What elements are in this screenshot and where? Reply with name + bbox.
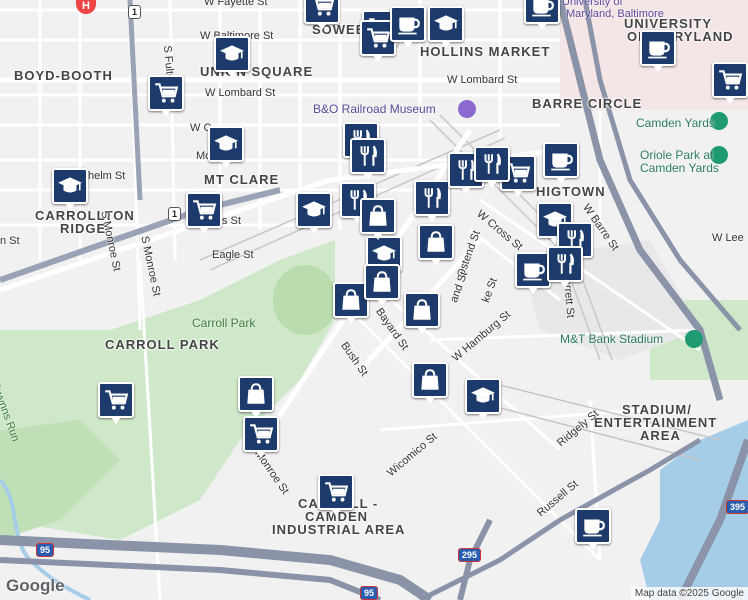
coffee-cup-marker[interactable] — [390, 6, 426, 48]
shopping-cart-marker[interactable] — [148, 75, 184, 117]
shopping-bag-marker[interactable] — [418, 224, 454, 266]
highway-shield: 95 — [360, 586, 379, 600]
museum-icon[interactable] — [458, 100, 476, 118]
graduation-cap-marker[interactable] — [428, 6, 464, 48]
shopping-bag-icon — [423, 229, 449, 255]
shopping-bag-marker[interactable] — [412, 362, 448, 404]
graduation-cap-icon — [301, 197, 327, 223]
fork-knife-marker[interactable] — [350, 138, 386, 180]
highway-shield: 1 — [168, 207, 182, 221]
map-attribution[interactable]: Map data ©2025 Google — [630, 587, 748, 600]
shopping-bag-icon — [365, 203, 391, 229]
coffee-cup-marker[interactable] — [524, 0, 560, 30]
graduation-cap-marker[interactable] — [465, 378, 501, 420]
coffee-cup-marker[interactable] — [575, 508, 611, 550]
coffee-cup-icon — [395, 11, 421, 37]
fork-knife-icon — [479, 151, 505, 177]
shopping-cart-marker[interactable] — [243, 416, 279, 458]
coffee-cup-icon — [520, 257, 546, 283]
graduation-cap-marker[interactable] — [214, 36, 250, 78]
coffee-cup-icon — [529, 0, 555, 19]
shopping-cart-marker[interactable] — [98, 382, 134, 424]
base-map — [0, 0, 748, 600]
fork-knife-icon — [552, 251, 578, 277]
shopping-bag-marker[interactable] — [404, 292, 440, 334]
stadium-icon[interactable] — [710, 146, 728, 164]
graduation-cap-icon — [213, 131, 239, 157]
shopping-cart-icon — [103, 387, 129, 413]
coffee-cup-marker[interactable] — [515, 252, 551, 294]
shopping-bag-icon — [417, 367, 443, 393]
coffee-cup-marker[interactable] — [640, 30, 676, 72]
shopping-cart-icon — [248, 421, 274, 447]
shopping-bag-icon — [338, 287, 364, 313]
graduation-cap-icon — [57, 173, 83, 199]
shopping-cart-marker[interactable] — [186, 192, 222, 234]
shopping-bag-marker[interactable] — [238, 376, 274, 418]
fork-knife-icon — [355, 143, 381, 169]
shopping-cart-icon — [191, 197, 217, 223]
graduation-cap-marker[interactable] — [296, 192, 332, 234]
stadium-icon[interactable] — [710, 112, 728, 130]
fork-knife-marker[interactable] — [547, 246, 583, 288]
shopping-cart-icon — [717, 67, 743, 93]
fork-knife-marker[interactable] — [474, 146, 510, 188]
shopping-bag-icon — [409, 297, 435, 323]
google-logo: Google — [6, 576, 65, 595]
shopping-bag-icon — [369, 269, 395, 295]
highway-shield: 95 — [36, 543, 55, 557]
shopping-cart-icon — [323, 479, 349, 505]
graduation-cap-icon — [219, 41, 245, 67]
coffee-cup-icon — [645, 35, 671, 61]
shopping-cart-icon — [365, 25, 391, 51]
shopping-cart-marker[interactable] — [712, 62, 748, 104]
highway-shield: 1 — [128, 5, 142, 19]
graduation-cap-marker[interactable] — [208, 126, 244, 168]
shopping-cart-icon — [309, 0, 335, 19]
fork-knife-icon — [419, 185, 445, 211]
graduation-cap-icon — [433, 11, 459, 37]
shopping-bag-marker[interactable] — [364, 264, 400, 306]
shopping-bag-icon — [243, 381, 269, 407]
coffee-cup-marker[interactable] — [543, 142, 579, 184]
coffee-cup-icon — [548, 147, 574, 173]
shopping-cart-marker[interactable] — [304, 0, 340, 30]
highway-shield: 295 — [458, 548, 482, 562]
coffee-cup-icon — [580, 513, 606, 539]
stadium-icon[interactable] — [685, 330, 703, 348]
graduation-cap-icon — [470, 383, 496, 409]
fork-knife-marker[interactable] — [414, 180, 450, 222]
graduation-cap-marker[interactable] — [52, 168, 88, 210]
highway-shield: 395 — [726, 500, 748, 514]
shopping-bag-marker[interactable] — [360, 198, 396, 240]
shopping-cart-icon — [153, 80, 179, 106]
shopping-cart-marker[interactable] — [318, 474, 354, 516]
map-canvas[interactable]: H SOWEBO HOLLINS MARKET BOYD-BOOTH UNION… — [0, 0, 748, 600]
